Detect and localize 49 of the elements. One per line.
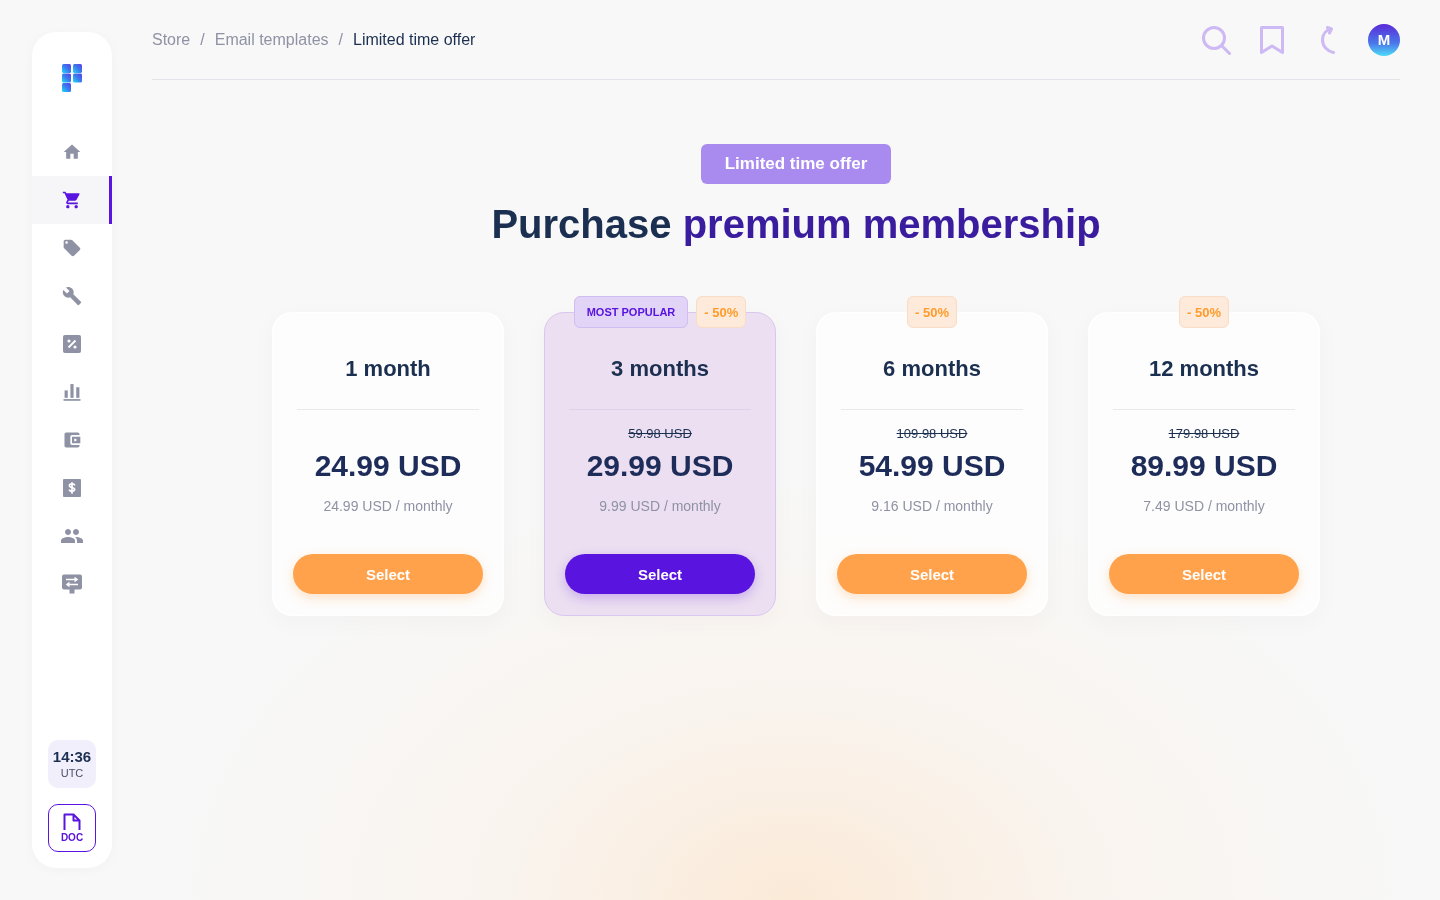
select-button[interactable]: Select (1109, 554, 1299, 594)
monthly-price: 7.49 USD / monthly (1143, 497, 1265, 515)
file-icon (63, 813, 81, 831)
select-button[interactable]: Select (293, 554, 483, 594)
timezone-label: UTC (60, 767, 84, 779)
clock-time: 14:36 (52, 749, 92, 765)
breadcrumb-current: Limited time offer (353, 30, 476, 49)
plan-price: 24.99 USD (314, 448, 462, 484)
plan-name: 6 months (883, 355, 981, 383)
discount-badge: - 50% (696, 296, 747, 328)
select-button[interactable]: Select (837, 554, 1027, 594)
monthly-price: 24.99 USD / monthly (323, 497, 453, 515)
sidebar-nav-item[interactable] (32, 176, 112, 224)
home-icon (62, 142, 82, 162)
popular-badge: MOST POPULAR (573, 296, 689, 328)
old-price: 59.98 USD (628, 426, 692, 442)
breadcrumb-link[interactable]: Store (152, 30, 191, 49)
plan-price: 29.99 USD (586, 448, 734, 484)
breadcrumb-separator: / (200, 30, 205, 49)
discount-badge: - 50% (907, 296, 957, 328)
monthly-price: 9.16 USD / monthly (871, 497, 993, 515)
breadcrumb-separator: / (338, 30, 343, 49)
old-price: 179.98 USD (1168, 426, 1240, 442)
dollar-icon (63, 479, 81, 497)
plan-name: 1 month (345, 355, 431, 383)
doc-button[interactable]: DOC (48, 804, 96, 852)
page-title: Purchase premium membership (491, 201, 1101, 248)
breadcrumb-link[interactable]: Email templates (214, 30, 329, 49)
select-button[interactable]: Select (565, 554, 755, 594)
monthly-price: 9.99 USD / monthly (599, 497, 721, 515)
wrench-icon (62, 286, 82, 306)
plan-name: 3 months (611, 355, 709, 383)
plan-price: 54.99 USD (858, 448, 1006, 484)
monitor-sliders-icon (62, 574, 82, 594)
offer-badge: Limited time offer (700, 144, 892, 184)
tag-icon (62, 238, 82, 258)
avatar[interactable]: M (1368, 23, 1400, 56)
old-price: 109.98 USD (896, 426, 968, 442)
logo-icon (62, 64, 82, 92)
bar-chart-icon (63, 383, 81, 401)
wallet-icon (62, 430, 82, 450)
bookmark-icon[interactable] (1260, 25, 1284, 54)
plan-name: 12 months (1149, 355, 1259, 383)
search-icon[interactable] (1201, 24, 1231, 55)
cart-icon (62, 190, 82, 210)
percent-icon (63, 335, 81, 353)
plan-price: 89.99 USD (1130, 448, 1278, 484)
discount-badge: - 50% (1179, 296, 1229, 328)
refresh-icon[interactable] (1321, 25, 1335, 54)
